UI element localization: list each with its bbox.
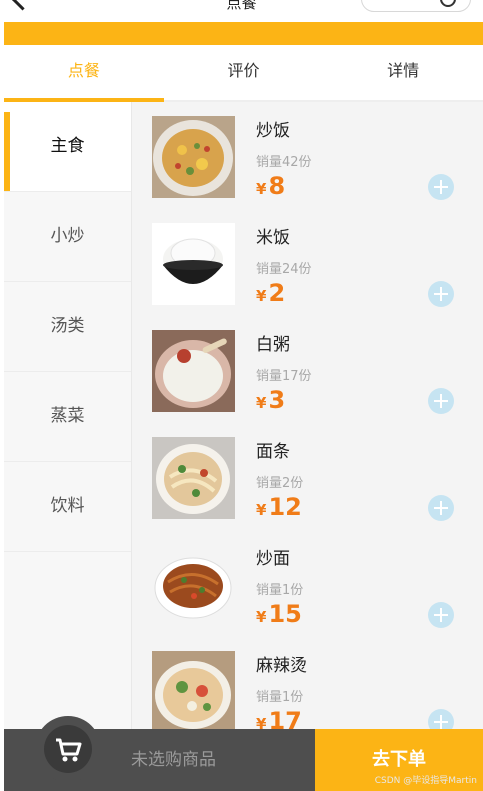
- add-to-cart-button[interactable]: [428, 495, 454, 521]
- food-item[interactable]: 面条 销量2份 ¥12: [132, 423, 483, 530]
- food-item[interactable]: 米饭 销量24份 ¥2: [132, 209, 483, 316]
- currency-symbol: ¥: [256, 715, 267, 729]
- price-value: 17: [268, 707, 302, 729]
- food-name: 炒面: [256, 549, 290, 569]
- food-price: ¥17: [256, 707, 302, 729]
- price-value: 15: [268, 600, 302, 628]
- food-item[interactable]: 白粥 销量17份 ¥3: [132, 316, 483, 423]
- price-value: 12: [268, 493, 302, 521]
- top-navigation-bar: 点餐: [0, 0, 483, 22]
- close-circle-icon[interactable]: [440, 0, 456, 7]
- fried-rice-image: [152, 116, 235, 198]
- add-to-cart-button[interactable]: [428, 709, 454, 729]
- food-name: 米饭: [256, 228, 290, 248]
- food-list: 炒饭 销量42份 ¥8 米饭 销量24份 ¥2 白粥 销量17份 ¥3 面条 销…: [132, 102, 483, 729]
- noodle-soup-image: [152, 437, 235, 519]
- food-name: 白粥: [256, 335, 290, 355]
- tab-reviews[interactable]: 评价: [164, 45, 324, 100]
- currency-symbol: ¥: [256, 608, 267, 626]
- price-value: 2: [268, 279, 286, 307]
- currency-symbol: ¥: [256, 394, 267, 412]
- price-value: 3: [268, 386, 286, 414]
- food-sales: 销量1份: [256, 690, 304, 705]
- cart-icon: [44, 725, 92, 773]
- food-item[interactable]: 炒面 销量1份 ¥15: [132, 530, 483, 637]
- currency-symbol: ¥: [256, 501, 267, 519]
- fried-noodles-image: [152, 544, 235, 626]
- cart-status-text: 未选购商品: [131, 750, 216, 770]
- tab-order[interactable]: 点餐: [4, 45, 164, 102]
- tab-bar: 点餐 评价 详情: [4, 45, 483, 102]
- food-price: ¥12: [256, 493, 302, 521]
- add-to-cart-button[interactable]: [428, 602, 454, 628]
- currency-symbol: ¥: [256, 180, 267, 198]
- food-sales: 销量17份: [256, 369, 312, 384]
- food-price: ¥2: [256, 279, 285, 307]
- food-sales: 销量1份: [256, 583, 304, 598]
- add-to-cart-button[interactable]: [428, 174, 454, 200]
- category-item-drinks[interactable]: 饮料: [4, 462, 131, 552]
- food-sales: 销量2份: [256, 476, 304, 491]
- category-sidebar: 主食 小炒 汤类 蒸菜 饮料: [4, 102, 132, 729]
- food-sales: 销量42份: [256, 155, 312, 170]
- congee-image: [152, 330, 235, 412]
- rice-bowl-image: [152, 223, 235, 305]
- category-item-steamed[interactable]: 蒸菜: [4, 372, 131, 462]
- price-value: 8: [268, 172, 286, 200]
- food-sales: 销量24份: [256, 262, 312, 277]
- currency-symbol: ¥: [256, 287, 267, 305]
- food-name: 面条: [256, 442, 290, 462]
- category-item-stir-fry[interactable]: 小炒: [4, 192, 131, 282]
- food-name: 麻辣烫: [256, 656, 307, 676]
- add-to-cart-button[interactable]: [428, 281, 454, 307]
- watermark-text: CSDN @毕设指导Martin: [374, 776, 477, 786]
- food-price: ¥15: [256, 600, 302, 628]
- malatang-image: [152, 651, 235, 729]
- shop-banner: [4, 22, 483, 45]
- tab-details[interactable]: 详情: [323, 45, 483, 100]
- food-item[interactable]: 炒饭 销量42份 ¥8: [132, 102, 483, 209]
- category-item-soup[interactable]: 汤类: [4, 282, 131, 372]
- food-price: ¥3: [256, 386, 285, 414]
- category-item-staple[interactable]: 主食: [4, 102, 131, 192]
- food-item[interactable]: 麻辣烫 销量1份 ¥17: [132, 637, 483, 729]
- menu-capsule[interactable]: [361, 0, 471, 12]
- food-price: ¥8: [256, 172, 285, 200]
- cart-button[interactable]: [35, 716, 101, 782]
- food-name: 炒饭: [256, 121, 290, 141]
- add-to-cart-button[interactable]: [428, 388, 454, 414]
